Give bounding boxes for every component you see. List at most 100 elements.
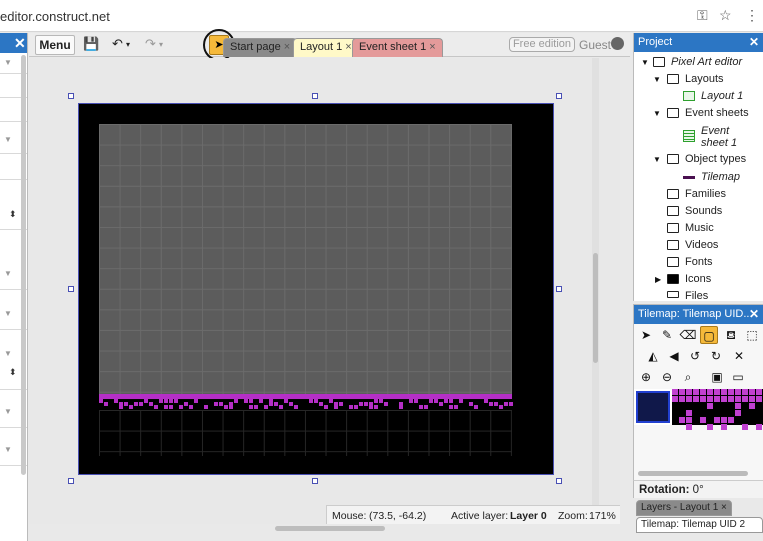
tree-item-icons[interactable]: Icons bbox=[685, 273, 711, 286]
properties-scrollbar[interactable] bbox=[21, 55, 26, 475]
zoom-out-icon[interactable]: ⊖ bbox=[658, 368, 676, 386]
tab-close-icon[interactable]: × bbox=[429, 41, 435, 53]
rotate-cw-icon[interactable]: ↻ bbox=[707, 347, 725, 365]
expand-arrow-icon[interactable]: ▼ bbox=[653, 155, 661, 164]
user-icon[interactable] bbox=[611, 37, 624, 50]
resize-handle[interactable] bbox=[312, 478, 318, 484]
palette-tile bbox=[721, 417, 727, 423]
tilemap-grid[interactable] bbox=[99, 124, 512, 394]
tree-item-videos[interactable]: Videos bbox=[685, 239, 718, 252]
chevron-down-icon[interactable]: ▼ bbox=[4, 445, 12, 454]
more-vert-icon[interactable]: ⋮ bbox=[745, 7, 759, 24]
undo-icon[interactable]: ↶ bbox=[112, 36, 123, 52]
cursor-icon[interactable]: ➤ bbox=[637, 326, 655, 344]
chevron-down-icon[interactable]: ▼ bbox=[4, 135, 12, 144]
resize-handle[interactable] bbox=[312, 93, 318, 99]
tree-item-music[interactable]: Music bbox=[685, 222, 714, 235]
tree-item-fonts[interactable]: Fonts bbox=[685, 256, 713, 269]
tile-palette-scrollbar[interactable] bbox=[638, 471, 748, 476]
expand-arrow-icon[interactable]: ▼ bbox=[641, 58, 649, 67]
tile-pixel bbox=[164, 405, 168, 409]
spinner-icon[interactable]: ⬍ bbox=[9, 367, 17, 378]
tab-close-icon[interactable]: × bbox=[284, 41, 290, 53]
tilemap-panel: Tilemap: Tilemap UID... ✕ ➤ ✎ ⌫ ▢ ⛾ ⬚ ◭ … bbox=[633, 304, 763, 480]
tile-pixel bbox=[439, 402, 443, 406]
tab-start-page[interactable]: Start page × bbox=[223, 38, 298, 57]
tile-palette-tiles[interactable] bbox=[672, 389, 763, 430]
undo-dropdown-icon[interactable]: ▾ bbox=[126, 40, 130, 49]
scrollbar-thumb[interactable] bbox=[593, 253, 598, 363]
selection-icon[interactable]: ⬚ bbox=[743, 326, 761, 344]
close-icon[interactable]: ✕ bbox=[749, 305, 759, 324]
resize-handle[interactable] bbox=[556, 478, 562, 484]
guest-label[interactable]: Guest bbox=[579, 38, 611, 52]
folder-open-icon[interactable]: ▭ bbox=[729, 368, 747, 386]
palette-tile bbox=[700, 396, 706, 402]
fill-bucket-icon[interactable]: ⛾ bbox=[722, 326, 740, 344]
resize-handle[interactable] bbox=[556, 93, 562, 99]
layout-area[interactable] bbox=[78, 103, 554, 475]
palette-tile bbox=[686, 417, 692, 423]
tab-tilemap[interactable]: Tilemap: Tilemap UID 2 bbox=[636, 517, 763, 533]
spinner-icon[interactable]: ⬍ bbox=[9, 209, 17, 220]
tab-event-sheet-1[interactable]: Event sheet 1 × bbox=[352, 38, 443, 57]
menu-button[interactable]: Menu bbox=[35, 35, 75, 55]
tab-layers[interactable]: Layers - Layout 1 × bbox=[636, 500, 732, 516]
tree-item-object-types[interactable]: Object types bbox=[685, 153, 746, 166]
editor-horizontal-scrollbar[interactable] bbox=[275, 526, 385, 531]
tree-item-tilemap[interactable]: Tilemap bbox=[701, 171, 740, 184]
resize-handle[interactable] bbox=[556, 286, 562, 292]
chevron-down-icon[interactable]: ▼ bbox=[4, 309, 12, 318]
tab-close-icon[interactable]: × bbox=[345, 41, 351, 53]
resize-handle[interactable] bbox=[68, 286, 74, 292]
chevron-down-icon[interactable]: ▼ bbox=[4, 269, 12, 278]
pencil-icon[interactable]: ✎ bbox=[658, 326, 676, 344]
flip-horizontal-icon[interactable]: ◭ bbox=[644, 347, 662, 365]
chevron-down-icon[interactable]: ▼ bbox=[4, 407, 12, 416]
tab-close-icon[interactable]: × bbox=[721, 502, 727, 513]
properties-panel-close-icon[interactable]: ✕ bbox=[0, 33, 27, 53]
zoom-in-icon[interactable]: ⊕ bbox=[637, 368, 655, 386]
eraser-icon[interactable]: ⌫ bbox=[679, 326, 697, 344]
expand-arrow-icon[interactable]: ▼ bbox=[653, 109, 661, 118]
tree-item-layouts[interactable]: Layouts bbox=[685, 73, 724, 86]
palette-tile bbox=[693, 396, 699, 402]
tree-item-families[interactable]: Families bbox=[685, 188, 726, 201]
resize-handle[interactable] bbox=[68, 93, 74, 99]
tab-label: Tilemap: Tilemap UID 2 bbox=[641, 519, 746, 530]
zoom-reset-icon[interactable]: ⌕ bbox=[679, 368, 697, 386]
tile-palette[interactable] bbox=[634, 389, 763, 430]
clear-icon[interactable]: ✕ bbox=[730, 347, 748, 365]
tree-item-sounds[interactable]: Sounds bbox=[685, 205, 722, 218]
layout-editor[interactable] bbox=[29, 58, 620, 524]
chevron-down-icon[interactable]: ▼ bbox=[4, 58, 12, 67]
key-icon[interactable]: ⚿ bbox=[697, 7, 708, 24]
tree-item-event-sheets[interactable]: Event sheets bbox=[685, 107, 749, 120]
save-icon[interactable]: 💾 bbox=[83, 36, 99, 52]
flip-vertical-icon[interactable]: ◀ bbox=[665, 347, 683, 365]
tree-item-pixel-art-editor[interactable]: Pixel Art editor bbox=[671, 56, 742, 69]
star-icon[interactable]: ☆ bbox=[719, 7, 732, 24]
rectangle-icon[interactable]: ▢ bbox=[700, 326, 718, 344]
expand-arrow-icon[interactable]: ▼ bbox=[653, 75, 661, 84]
save-icon[interactable]: ▣ bbox=[708, 368, 726, 386]
tilemap-empty-grid[interactable] bbox=[99, 410, 512, 456]
folder-icon bbox=[667, 291, 679, 298]
rotation-readout: Rotation: 0° bbox=[633, 480, 763, 498]
redo-dropdown-icon[interactable]: ▾ bbox=[159, 40, 163, 49]
tile-pixel bbox=[119, 405, 123, 409]
chevron-down-icon[interactable]: ▼ bbox=[4, 349, 12, 358]
tree-item-layout-1[interactable]: Layout 1 bbox=[701, 90, 743, 103]
editor-vertical-scrollbar[interactable] bbox=[592, 58, 599, 524]
resize-handle[interactable] bbox=[68, 478, 74, 484]
close-icon[interactable]: ✕ bbox=[749, 33, 759, 52]
selected-tile[interactable] bbox=[636, 391, 670, 423]
tree-item-files[interactable]: Files bbox=[685, 290, 708, 299]
rotate-ccw-icon[interactable]: ↺ bbox=[686, 347, 704, 365]
tile-pixel bbox=[489, 402, 493, 406]
free-edition-badge[interactable]: Free edition bbox=[509, 37, 575, 52]
redo-icon[interactable]: ↷ bbox=[145, 36, 156, 52]
url-text[interactable]: editor.construct.net bbox=[0, 9, 110, 24]
tab-layout-1[interactable]: Layout 1 × bbox=[293, 38, 359, 57]
collapse-arrow-icon[interactable]: ▶ bbox=[655, 275, 661, 284]
